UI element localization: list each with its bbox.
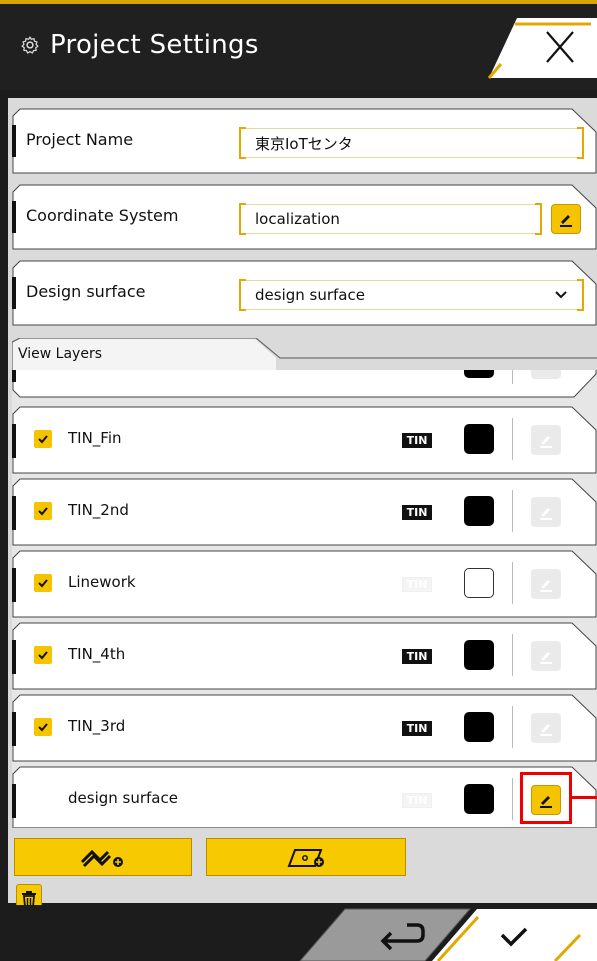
- pencil-icon: [540, 436, 552, 448]
- return-icon: [380, 923, 425, 951]
- page-title: Project Settings: [50, 30, 259, 60]
- layer-visible-checkbox[interactable]: [34, 718, 52, 736]
- layer-color-swatch[interactable]: [464, 784, 494, 814]
- layer-row-marker: [12, 784, 16, 818]
- layer-edit-button[interactable]: [531, 370, 561, 379]
- layer-row[interactable]: TIN_Fin TIN: [12, 406, 597, 474]
- pencil-icon: [540, 580, 552, 592]
- layer-row[interactable]: TIN_2nd TIN: [12, 478, 597, 546]
- project-name-label: Project Name: [26, 130, 134, 149]
- layers-list[interactable]: TIN_Fin TIN TIN_2nd TIN Linework TIN TIN_4th TI…: [12, 370, 597, 828]
- pencil-icon: [540, 652, 552, 664]
- layer-name: design surface: [68, 789, 178, 807]
- layer-visible-checkbox[interactable]: [34, 574, 52, 592]
- layer-name: TIN_Fin: [68, 429, 122, 447]
- add-surface-button[interactable]: [206, 838, 406, 876]
- coordinate-system-value: localization: [255, 210, 340, 228]
- footer-bar: [0, 905, 597, 961]
- view-layers-section: View Layers TIN_Fin TIN TIN_2nd TIN Linework…: [12, 338, 597, 828]
- design-surface-select[interactable]: design surface: [239, 279, 584, 311]
- callout-line: [572, 796, 597, 799]
- layer-color-swatch[interactable]: [464, 568, 494, 598]
- design-surface-row: Design surface design surface: [12, 260, 597, 326]
- check-icon: [38, 579, 48, 588]
- layer-edit-button[interactable]: [531, 713, 561, 743]
- divider: [512, 490, 513, 532]
- layer-row-marker: [12, 424, 16, 458]
- project-name-input[interactable]: 東京IoTセンタ: [239, 127, 584, 159]
- tin-badge[interactable]: TIN: [402, 721, 432, 736]
- tin-badge[interactable]: TIN: [402, 577, 432, 592]
- layer-edit-button[interactable]: [531, 569, 561, 599]
- highlight-box: [520, 772, 572, 824]
- add-surface-icon: [287, 849, 324, 867]
- layer-row-partial: [12, 370, 597, 398]
- layer-name: Linework: [68, 573, 136, 591]
- layer-row[interactable]: Linework TIN: [12, 550, 597, 618]
- add-linework-button[interactable]: [14, 838, 192, 876]
- layer-color-swatch[interactable]: [464, 370, 494, 378]
- project-name-value: 東京IoTセンタ: [255, 134, 353, 153]
- pencil-icon: [540, 724, 552, 736]
- layer-visible-checkbox[interactable]: [34, 430, 52, 448]
- layer-color-swatch[interactable]: [464, 712, 494, 742]
- pencil-icon: [560, 215, 572, 227]
- layer-visible-checkbox[interactable]: [34, 502, 52, 520]
- divider: [512, 778, 513, 820]
- coordinate-system-label: Coordinate System: [26, 206, 179, 225]
- layer-edit-button[interactable]: [531, 641, 561, 671]
- design-surface-label: Design surface: [26, 282, 146, 301]
- tin-badge[interactable]: TIN: [402, 505, 432, 520]
- divider: [512, 634, 513, 676]
- settings-panel: Project Name 東京IoTセンタ Coordinate System …: [8, 98, 597, 903]
- tin-badge[interactable]: TIN: [402, 649, 432, 664]
- chevron-down-icon: [555, 291, 567, 299]
- layer-name: TIN_2nd: [68, 501, 129, 519]
- layer-name: TIN_4th: [68, 645, 126, 663]
- pencil-icon: [540, 508, 552, 520]
- tin-badge[interactable]: TIN: [402, 793, 432, 808]
- design-surface-value: design surface: [255, 286, 365, 304]
- checkmark-icon: [500, 927, 528, 947]
- confirm-button[interactable]: [480, 909, 597, 961]
- layer-row[interactable]: TIN_4th TIN: [12, 622, 597, 690]
- layer-color-swatch[interactable]: [464, 640, 494, 670]
- view-layers-tab: View Layers: [12, 338, 597, 370]
- gear-icon: [21, 36, 39, 54]
- layer-row[interactable]: design surface TIN: [12, 766, 597, 827]
- layer-edit-button[interactable]: [531, 497, 561, 527]
- layer-row-marker: [12, 568, 16, 602]
- coordinate-edit-button[interactable]: [551, 204, 581, 234]
- check-icon: [38, 723, 48, 732]
- tin-badge[interactable]: TIN: [402, 433, 432, 448]
- coordinate-system-input[interactable]: localization: [239, 203, 542, 235]
- layer-edit-button[interactable]: [531, 425, 561, 455]
- title-group: Project Settings: [20, 30, 259, 60]
- layer-visible-checkbox[interactable]: [34, 646, 52, 664]
- back-button[interactable]: [345, 909, 455, 961]
- view-layers-title: View Layers: [18, 346, 102, 362]
- divider: [512, 418, 513, 460]
- divider: [512, 706, 513, 748]
- layer-row-marker: [12, 712, 16, 746]
- check-icon: [38, 651, 48, 660]
- layer-row-marker: [12, 640, 16, 674]
- layer-color-swatch[interactable]: [464, 424, 494, 454]
- layer-row[interactable]: TIN_3rd TIN: [12, 694, 597, 762]
- project-name-row: Project Name 東京IoTセンタ: [12, 108, 597, 174]
- close-button[interactable]: [487, 16, 597, 80]
- layer-row-marker: [12, 496, 16, 530]
- header-bar: Project Settings: [0, 0, 597, 90]
- check-icon: [38, 507, 48, 516]
- divider: [512, 562, 513, 604]
- coordinate-system-row: Coordinate System localization: [12, 184, 597, 250]
- check-icon: [38, 435, 48, 444]
- layer-name: TIN_3rd: [68, 717, 126, 735]
- add-linework-icon: [80, 849, 123, 868]
- layer-color-swatch[interactable]: [464, 496, 494, 526]
